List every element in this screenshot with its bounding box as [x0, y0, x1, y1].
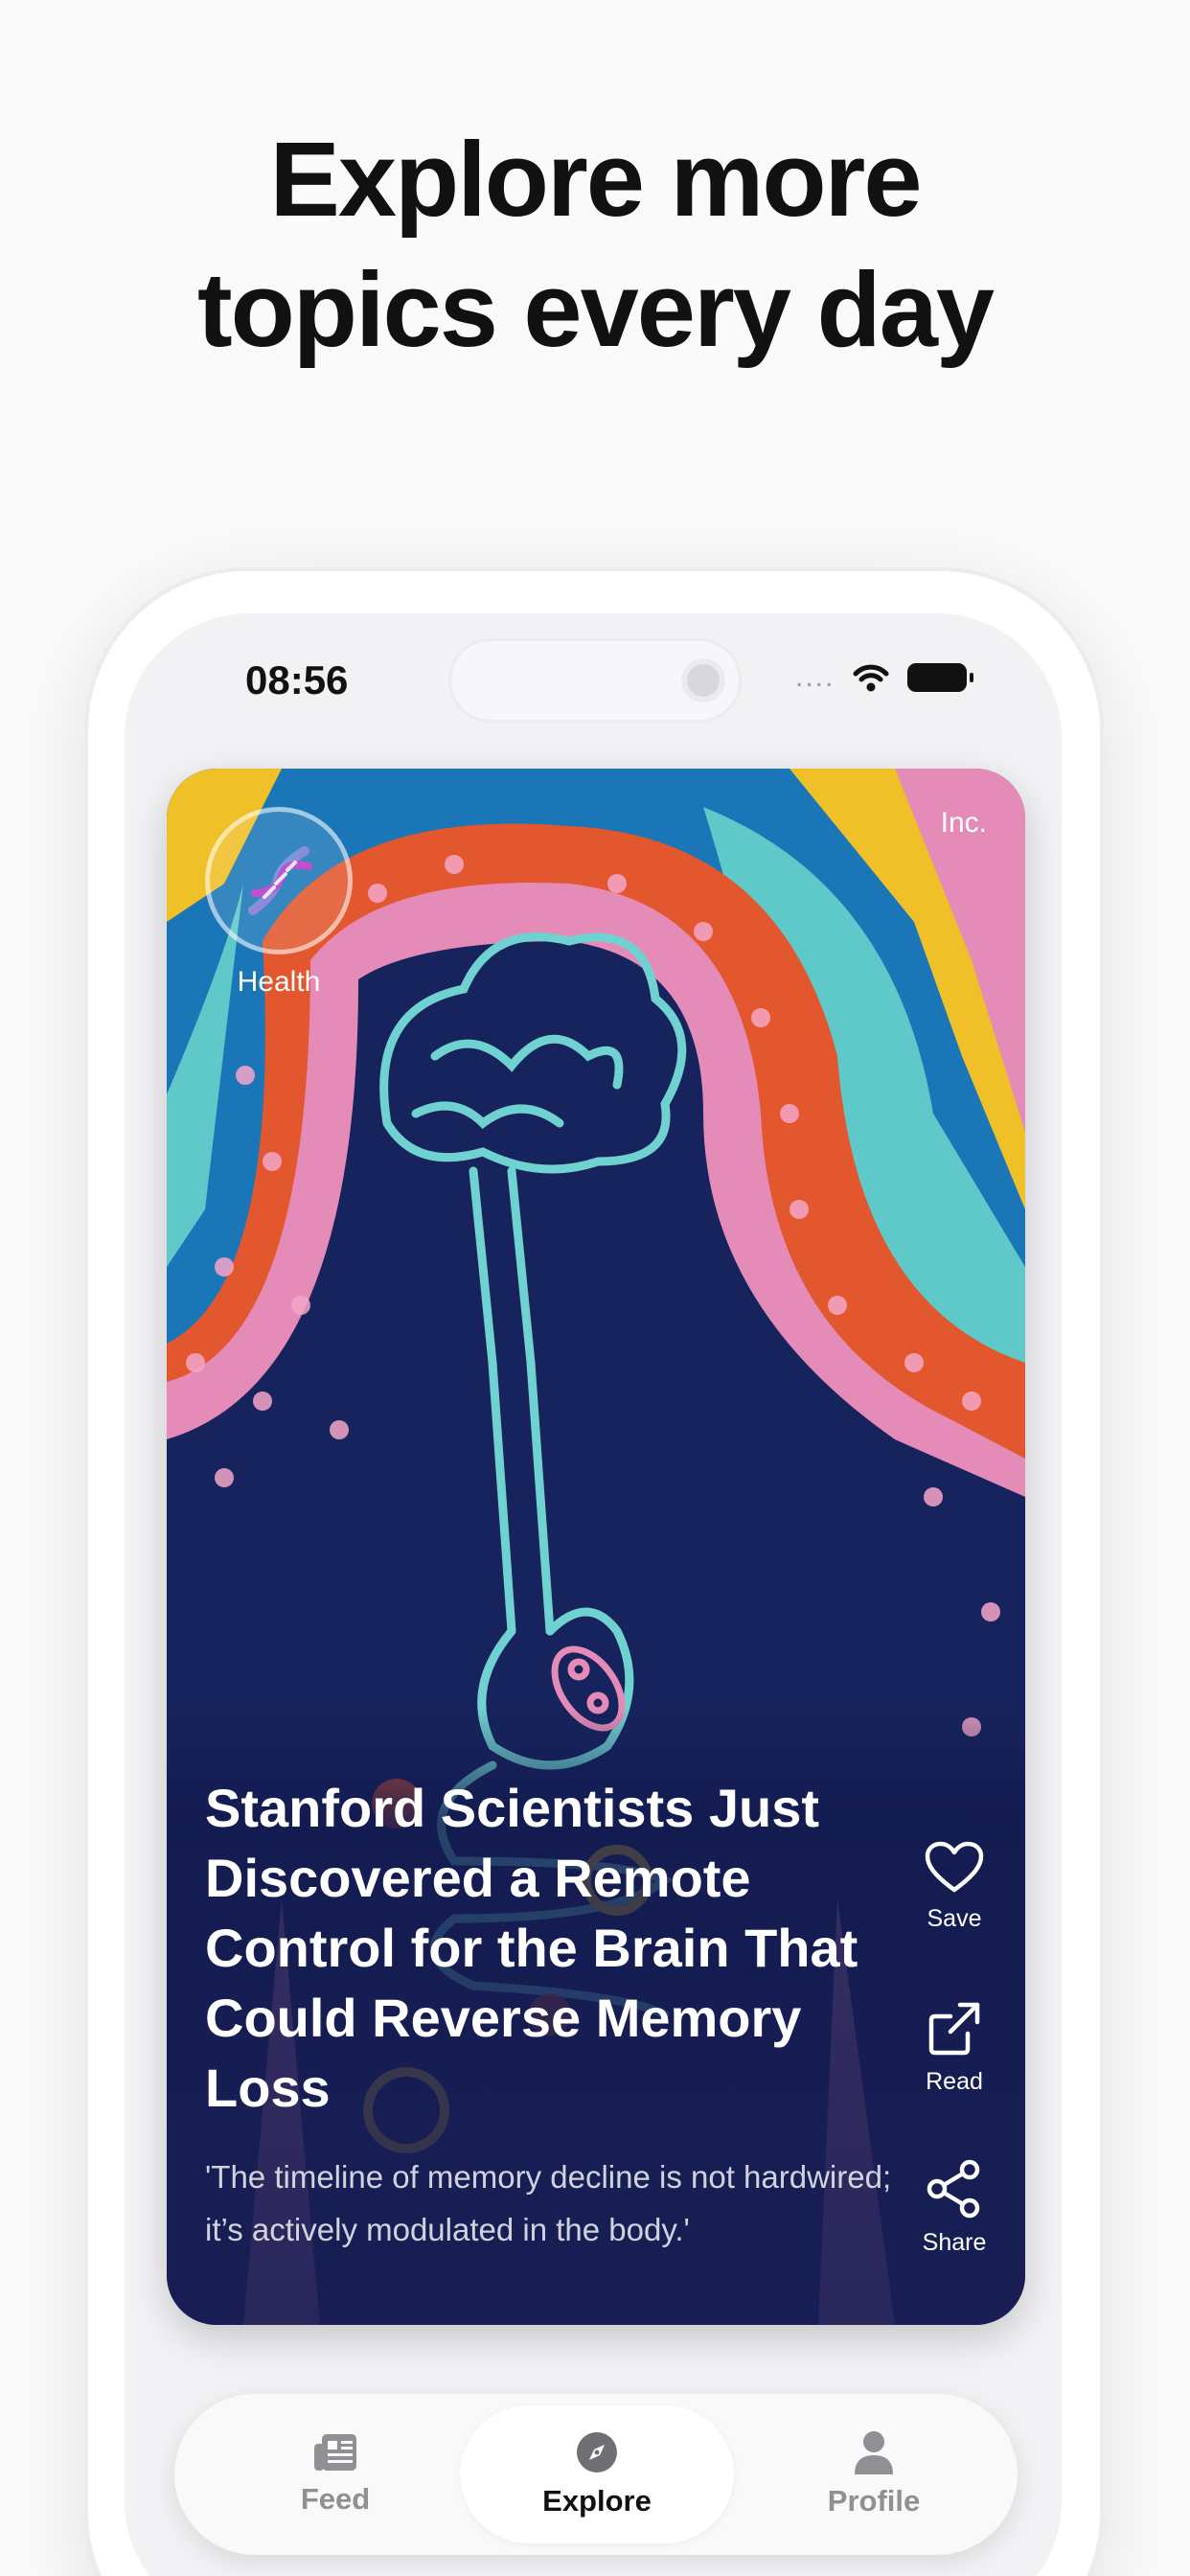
- article-card[interactable]: Health Inc. Stanford Scientists Just Dis…: [167, 769, 1025, 2325]
- headline: Explore more topics every day: [0, 115, 1190, 376]
- source-label[interactable]: Inc.: [941, 807, 987, 840]
- share-icon: [927, 2159, 980, 2219]
- camera-icon: [681, 658, 725, 702]
- signal-icon: ....: [795, 661, 835, 693]
- person-icon: [855, 2431, 893, 2474]
- tab-profile[interactable]: Profile: [770, 2394, 977, 2555]
- read-button[interactable]: Read: [899, 1997, 1010, 2096]
- article-title[interactable]: Stanford Scientists Just Discovered a Re…: [205, 1773, 876, 2123]
- status-icons: ....: [795, 661, 974, 694]
- share-button[interactable]: Share: [899, 2158, 1010, 2257]
- external-link-icon: [928, 2002, 980, 2056]
- tab-feed[interactable]: Feed: [232, 2394, 439, 2555]
- heart-icon: [925, 1841, 984, 1893]
- status-time: 08:56: [245, 657, 349, 702]
- wifi-icon: [853, 664, 889, 692]
- tab-profile-label: Profile: [827, 2484, 921, 2518]
- article-quote: 'The timeline of memory decline is not h…: [205, 2159, 892, 2247]
- tab-bar: Feed Explore Profile: [174, 2394, 1018, 2555]
- tab-explore-label: Explore: [542, 2484, 652, 2518]
- topic-label: Health: [237, 966, 321, 998]
- read-label: Read: [926, 2068, 983, 2095]
- battery-icon: [907, 663, 974, 692]
- save-label: Save: [927, 1905, 982, 1932]
- newspaper-icon: [314, 2434, 356, 2471]
- dna-icon: [248, 846, 312, 915]
- compass-icon: [577, 2432, 617, 2472]
- headline-line-1: Explore more: [269, 121, 922, 239]
- share-label: Share: [922, 2229, 987, 2256]
- save-button[interactable]: Save: [899, 1840, 1010, 1933]
- tab-feed-label: Feed: [300, 2482, 371, 2516]
- dynamic-island: [448, 638, 742, 723]
- tab-explore[interactable]: Explore: [460, 2405, 734, 2543]
- headline-line-2: topics every day: [196, 251, 995, 369]
- topic-badge[interactable]: [205, 807, 353, 954]
